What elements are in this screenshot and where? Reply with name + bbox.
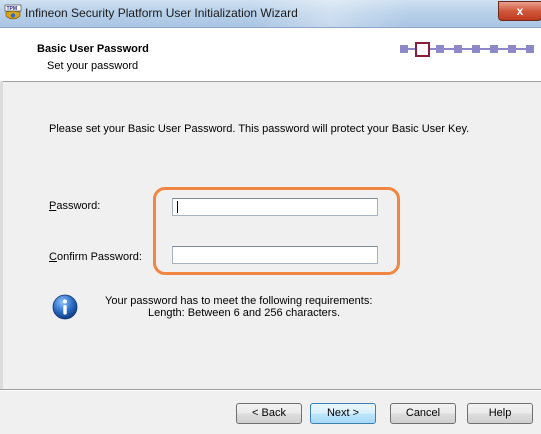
info-icon: [52, 294, 78, 320]
help-button-label: Help: [488, 407, 512, 419]
back-button[interactable]: < Back: [236, 403, 302, 424]
step-marker: [490, 45, 498, 53]
confirm-password-label: Confirm Password:: [49, 251, 142, 263]
step-marker: [454, 45, 462, 53]
text-caret: [177, 201, 178, 213]
password-label-rest: assword:: [56, 200, 101, 212]
footer-divider-highlight: [0, 390, 541, 391]
step-marker: [472, 45, 480, 53]
title-bar[interactable]: TPM Infineon Security Platform User Init…: [0, 0, 541, 28]
window-title: Infineon Security Platform User Initiali…: [25, 6, 298, 20]
wizard-header: Basic User Password Set your password: [0, 28, 541, 82]
step-marker: [526, 45, 534, 53]
intro-text: Please set your Basic User Password. Thi…: [49, 123, 470, 135]
cancel-button[interactable]: Cancel: [390, 403, 456, 424]
requirements-length-text: Length: Between 6 and 256 characters.: [148, 307, 341, 319]
password-label: Password:: [49, 200, 101, 212]
password-field[interactable]: [172, 198, 378, 216]
tpm-shield-icon: TPM: [4, 4, 22, 20]
page-subtitle: Set your password: [47, 60, 139, 72]
next-button[interactable]: Next >: [310, 403, 376, 424]
page-title: Basic User Password: [37, 43, 149, 55]
wizard-window: TPM Infineon Security Platform User Init…: [0, 0, 541, 434]
confirm-password-field[interactable]: [172, 246, 378, 264]
help-button[interactable]: Help: [467, 403, 533, 424]
next-button-label: Next >: [326, 407, 360, 419]
step-marker: [436, 45, 444, 53]
requirements-text: Your password has to meet the following …: [105, 295, 373, 307]
cancel-button-label: Cancel: [405, 407, 441, 419]
step-marker: [508, 45, 516, 53]
close-icon: x: [516, 4, 524, 18]
close-button[interactable]: x: [498, 1, 541, 21]
window-edge: [0, 81, 3, 389]
back-button-label: < Back: [252, 407, 286, 419]
step-marker: [400, 45, 408, 53]
step-marker-active: [415, 42, 430, 57]
step-progress-indicator: [400, 42, 536, 57]
confirm-label-rest: onfirm Password:: [56, 251, 142, 263]
